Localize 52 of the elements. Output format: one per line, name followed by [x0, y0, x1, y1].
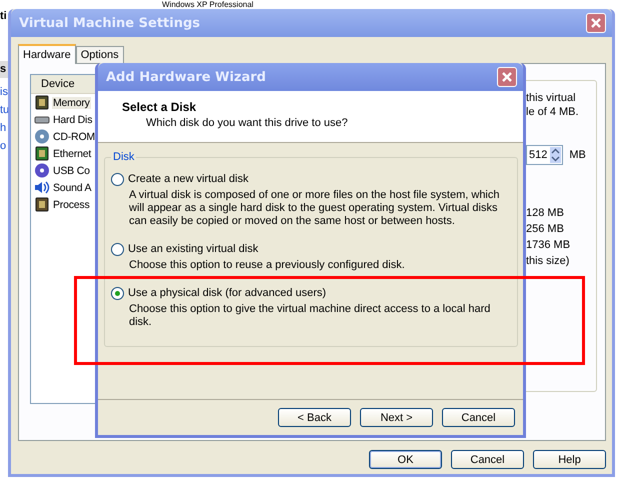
close-icon — [501, 71, 513, 83]
background-text: is — [0, 86, 8, 99]
radio-button[interactable] — [111, 242, 124, 256]
memory-size-text: 128 MB — [526, 206, 565, 221]
close-button[interactable] — [497, 67, 517, 87]
option-description: A virtual disk is composed of one or more files on the host file system, which will appear as a single hard disk to the guest operating system. Virtual disks can easily be copied or moved on the same host or between hosts. — [128, 189, 500, 228]
option-description: Choose this option to reuse a previously configured disk. — [128, 259, 406, 272]
dialog-button[interactable]: Cancel — [451, 450, 524, 469]
network-card-icon — [34, 146, 50, 161]
memory-size-text: this size) — [526, 254, 570, 269]
device-item[interactable]: CD-ROM — [31, 128, 99, 145]
dialog-button[interactable]: OK — [369, 450, 442, 469]
dialog-button[interactable]: Help — [533, 450, 606, 469]
device-item[interactable]: Process — [31, 196, 94, 213]
disc-icon — [34, 129, 50, 144]
background-text: h — [0, 122, 6, 135]
wizard-button[interactable]: Next > — [360, 408, 433, 427]
option-description: Choose this option to give the virtual machine direct access to a local hard disk. — [128, 303, 492, 329]
radio-option[interactable]: Use an existing virtual disk — [111, 242, 509, 256]
background-text: s — [0, 61, 8, 78]
wizard-button[interactable]: Cancel — [442, 408, 515, 427]
group-label: Disk — [112, 151, 136, 163]
wizard-button[interactable]: < Back — [278, 408, 351, 427]
device-item[interactable]: Memory — [31, 94, 94, 111]
spinner-arrows-icon — [550, 147, 562, 163]
close-icon — [590, 17, 602, 29]
radio-button[interactable] — [111, 172, 124, 186]
chip-icon — [34, 95, 50, 110]
background-caption: Windows XP Professional — [162, 0, 254, 9]
device-item[interactable]: USB Co — [31, 162, 94, 179]
wizard-heading: Select a Disk — [122, 100, 198, 114]
memory-spinner[interactable]: 512 — [526, 145, 564, 165]
wizard-subheading: Which disk do you want this drive to use? — [145, 117, 349, 129]
unit-label: MB — [569, 149, 586, 161]
radio-option[interactable]: Use a physical disk (for advanced users) — [111, 286, 509, 300]
tab[interactable]: Hardware — [18, 44, 76, 64]
device-item[interactable]: Hard Dis — [31, 111, 96, 128]
radio-button[interactable] — [111, 286, 124, 300]
memory-text: this virtual — [526, 91, 577, 105]
window-title: Virtual Machine Settings — [19, 16, 200, 30]
tab[interactable]: Options — [76, 46, 124, 63]
processor-icon — [34, 197, 50, 212]
device-item[interactable]: Sound A — [31, 179, 96, 196]
memory-size-text: 1736 MB — [526, 238, 572, 253]
memory-text: le of 4 MB. — [526, 105, 580, 119]
memory-size-text: 256 MB — [526, 222, 565, 237]
background-text: ti — [0, 10, 7, 23]
usb-icon — [34, 163, 50, 178]
background-text: o — [0, 140, 6, 153]
radio-option[interactable]: Create a new virtual disk — [111, 172, 509, 186]
speaker-icon — [34, 180, 50, 195]
device-item[interactable]: Ethernet — [31, 145, 96, 162]
